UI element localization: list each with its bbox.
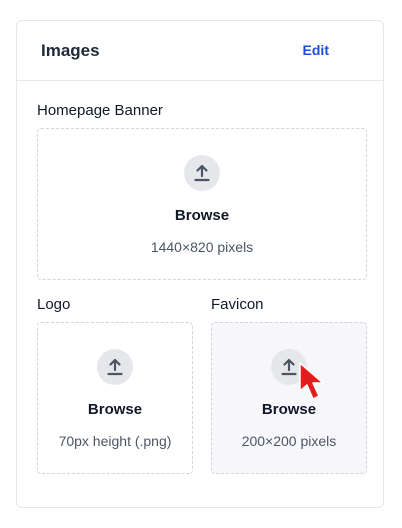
- logo-browse-button[interactable]: Browse: [38, 401, 192, 418]
- favicon-hint: 200×200 pixels: [241, 433, 337, 449]
- upload-icon: [97, 349, 133, 385]
- favicon-browse-button[interactable]: Browse: [212, 401, 366, 418]
- logo-hint: 70px height (.png): [58, 433, 172, 449]
- upload-icon: [184, 155, 220, 191]
- card-title: Images: [41, 41, 100, 60]
- card-header: Images Edit: [17, 21, 383, 81]
- homepage-banner-dropzone[interactable]: Browse 1440×820 pixels: [37, 128, 367, 280]
- logo-label: Logo: [37, 296, 71, 313]
- homepage-banner-browse-button[interactable]: Browse: [38, 207, 366, 224]
- homepage-banner-hint: 1440×820 pixels: [150, 239, 254, 255]
- upload-icon: [271, 349, 307, 385]
- homepage-banner-label: Homepage Banner: [37, 102, 163, 119]
- logo-dropzone[interactable]: Browse 70px height (.png): [37, 322, 193, 474]
- edit-link[interactable]: Edit: [303, 42, 329, 58]
- favicon-label: Favicon: [211, 296, 264, 313]
- favicon-dropzone[interactable]: Browse 200×200 pixels: [211, 322, 367, 474]
